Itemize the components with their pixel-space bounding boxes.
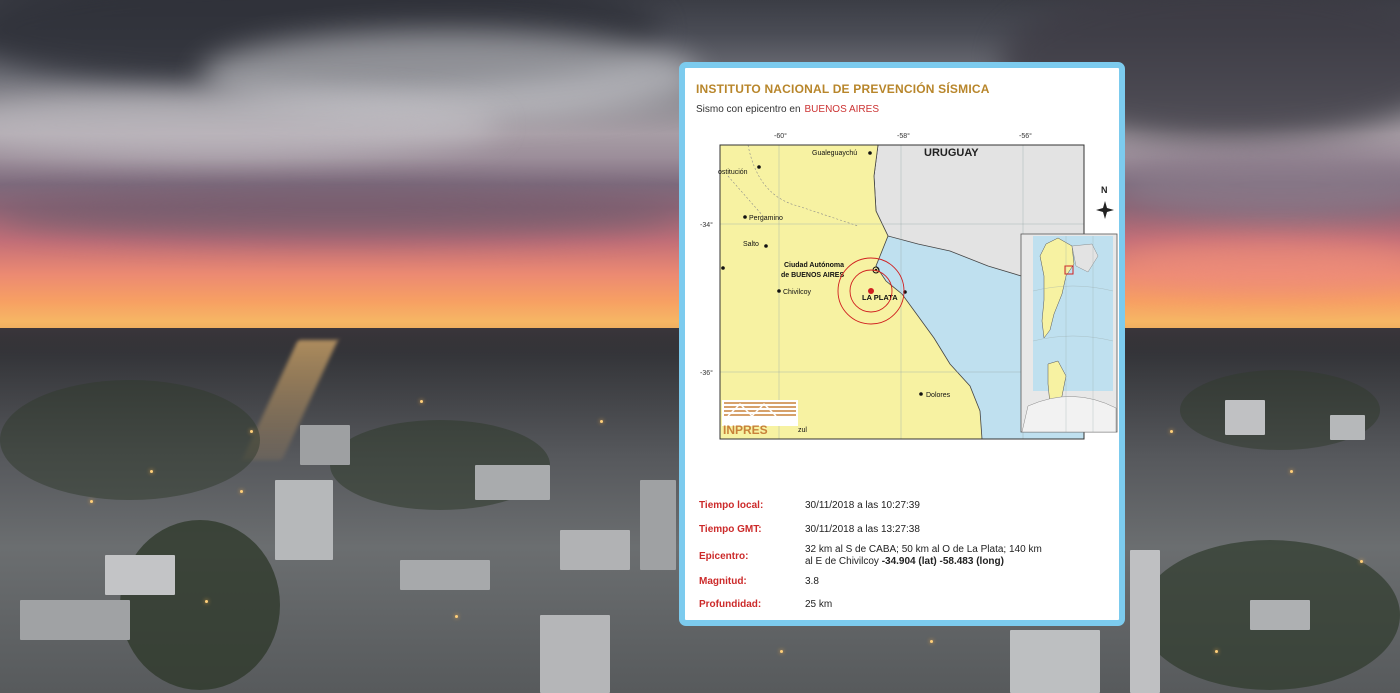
building — [1330, 415, 1365, 440]
building — [1225, 400, 1265, 435]
city-label: Salto — [743, 241, 759, 248]
epicenter-marker — [868, 288, 874, 294]
cloud — [1120, 240, 1400, 290]
city-label: Gualeguaychú — [812, 150, 857, 157]
building — [1130, 550, 1160, 693]
argentina-inset-map — [1020, 233, 1118, 433]
cloud — [0, 190, 680, 240]
city-label: LA PLATA — [862, 293, 898, 302]
subtitle-place: BUENOS AIRES — [804, 104, 879, 115]
city-label: Chivilcoy — [783, 289, 812, 296]
gmt-time-value: 30/11/2018 a las 13:27:38 — [805, 524, 920, 535]
lon-tick: -58° — [897, 132, 910, 140]
local-time-label: Tiempo local: — [699, 500, 764, 511]
lon-tick: -56° — [1019, 132, 1032, 140]
city-label: Pergamino — [749, 215, 783, 222]
card-title: INSTITUTO NACIONAL DE PREVENCIÓN SÍSMICA — [696, 82, 990, 96]
local-time-value: 30/11/2018 a las 10:27:39 — [805, 500, 920, 511]
building — [400, 560, 490, 590]
city-label: ostitución — [718, 169, 748, 176]
city-label: zul — [798, 427, 807, 434]
building — [20, 600, 130, 640]
city-label: Dolores — [926, 392, 951, 399]
epicenter-long: -58.483 (long) — [939, 556, 1004, 567]
epicenter-label: Epicentro: — [699, 551, 749, 562]
epicenter-lat: -34.904 (lat) — [881, 556, 937, 567]
compass-icon — [1096, 201, 1114, 219]
inpres-logo-text: INPRES — [723, 423, 768, 437]
depth-value: 25 km — [805, 599, 833, 610]
building — [475, 465, 550, 500]
building — [540, 615, 610, 693]
subtitle-prefix: Sismo con epicentro en — [696, 104, 801, 115]
depth-label: Profundidad: — [699, 599, 762, 610]
building — [300, 425, 350, 465]
building — [640, 480, 676, 570]
lat-tick: -36° — [700, 369, 713, 377]
building — [560, 530, 630, 570]
building — [105, 555, 175, 595]
building — [1250, 600, 1310, 630]
building — [275, 480, 333, 560]
city-label: de BUENOS AIRES — [781, 272, 844, 279]
magnitude-value: 3.8 — [805, 576, 819, 587]
building — [1010, 630, 1100, 693]
lat-tick: -34° — [700, 221, 713, 229]
epicenter-value: 32 km al S de CABA; 50 km al O de La Pla… — [805, 544, 1050, 568]
north-label: N — [1101, 185, 1108, 195]
card-subtitle: Sismo con epicentro en BUENOS AIRES — [696, 104, 879, 115]
uruguay-label: URUGUAY — [924, 147, 979, 159]
magnitude-label: Magnitud: — [699, 576, 747, 587]
city-label: Ciudad Autónoma — [784, 262, 844, 269]
epicenter-map: -60° -58° -56° -34° -36° URUGUAY Gualegu… — [700, 132, 1118, 440]
lon-tick: -60° — [774, 132, 787, 140]
gmt-time-label: Tiempo GMT: — [699, 524, 762, 535]
inpres-report-card: INSTITUTO NACIONAL DE PREVENCIÓN SÍSMICA… — [679, 62, 1125, 626]
